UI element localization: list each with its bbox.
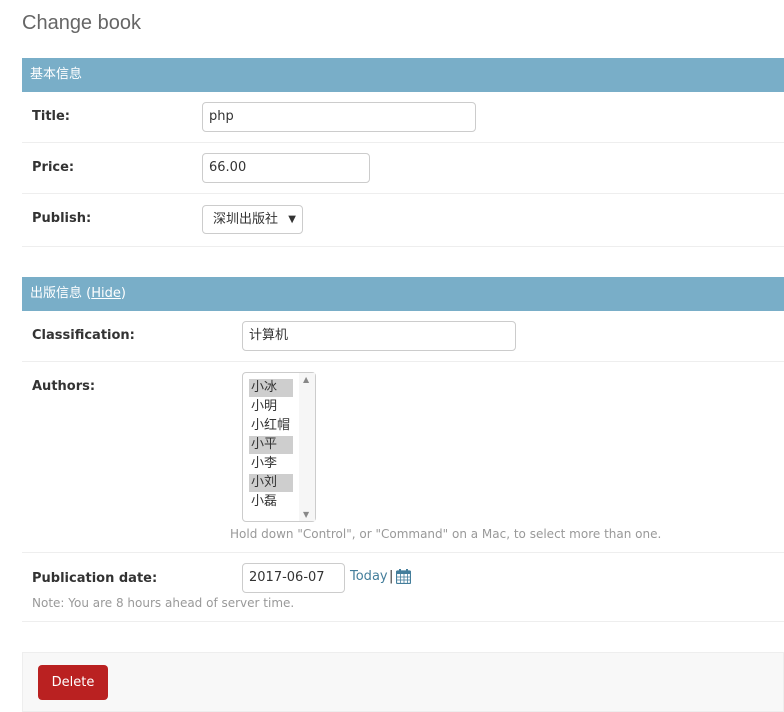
scrollbar[interactable]: ▲ ▼ [299,373,315,521]
delete-button[interactable]: Delete [38,665,108,700]
price-input[interactable]: 66.00 [202,153,370,183]
title-label: Title: [32,109,71,124]
author-option[interactable]: 小李 [249,455,293,473]
author-option[interactable]: 小明 [249,398,293,416]
fieldset-title: 基本信息 [30,67,83,82]
pubdate-input[interactable]: 2017-06-07 [242,563,345,593]
author-option[interactable]: 小刘 [249,474,293,492]
hide-fieldset-link[interactable]: Hide [91,286,121,301]
title-input[interactable]: php [202,102,476,132]
form-row-pubdate: Publication date: 2017-06-07 Today | Not… [22,553,784,622]
classification-label: Classification: [32,328,135,343]
author-option[interactable]: 小冰 [249,379,293,397]
form-row-publish: Publish: 深圳出版社 ▼ [22,194,784,247]
page-title: Change book [22,12,141,34]
scroll-down-icon[interactable]: ▼ [303,510,309,519]
today-link[interactable]: Today [350,569,388,584]
dropdown-arrow-icon: ▼ [288,214,296,225]
classification-input[interactable]: 计算机 [242,321,516,351]
author-option[interactable]: 小红帽 [249,417,293,435]
form-row-authors: Authors: 小冰 小明 小红帽 小平 小李 小刘 小磊 ▲ ▼ Hold … [22,362,784,553]
separator: | [389,569,394,584]
author-option[interactable]: 小平 [249,436,293,454]
form-row-classification: Classification: 计算机 [22,311,784,362]
author-option[interactable]: 小磊 [249,493,293,511]
calendar-icon[interactable] [396,569,411,584]
form-row-price: Price: 66.00 [22,143,784,194]
timezone-note: Note: You are 8 hours ahead of server ti… [32,596,295,610]
authors-help-text: Hold down "Control", or "Command" on a M… [230,527,662,541]
authors-multiselect[interactable]: 小冰 小明 小红帽 小平 小李 小刘 小磊 ▲ ▼ [242,372,316,522]
publish-selected-value: 深圳出版社 [213,212,279,227]
authors-label: Authors: [32,379,96,394]
form-row-title: Title: php [22,92,784,143]
publish-select[interactable]: 深圳出版社 ▼ [202,205,303,234]
submit-row: Delete [22,652,784,712]
fieldset-header-basic: 基本信息 [22,58,784,92]
fieldset-title: 出版信息 [30,286,83,301]
scroll-up-icon[interactable]: ▲ [303,375,309,384]
price-label: Price: [32,160,75,175]
publish-label: Publish: [32,211,92,226]
pubdate-label: Publication date: [32,571,158,586]
fieldset-header-publishing: 出版信息 (Hide) [22,277,784,311]
